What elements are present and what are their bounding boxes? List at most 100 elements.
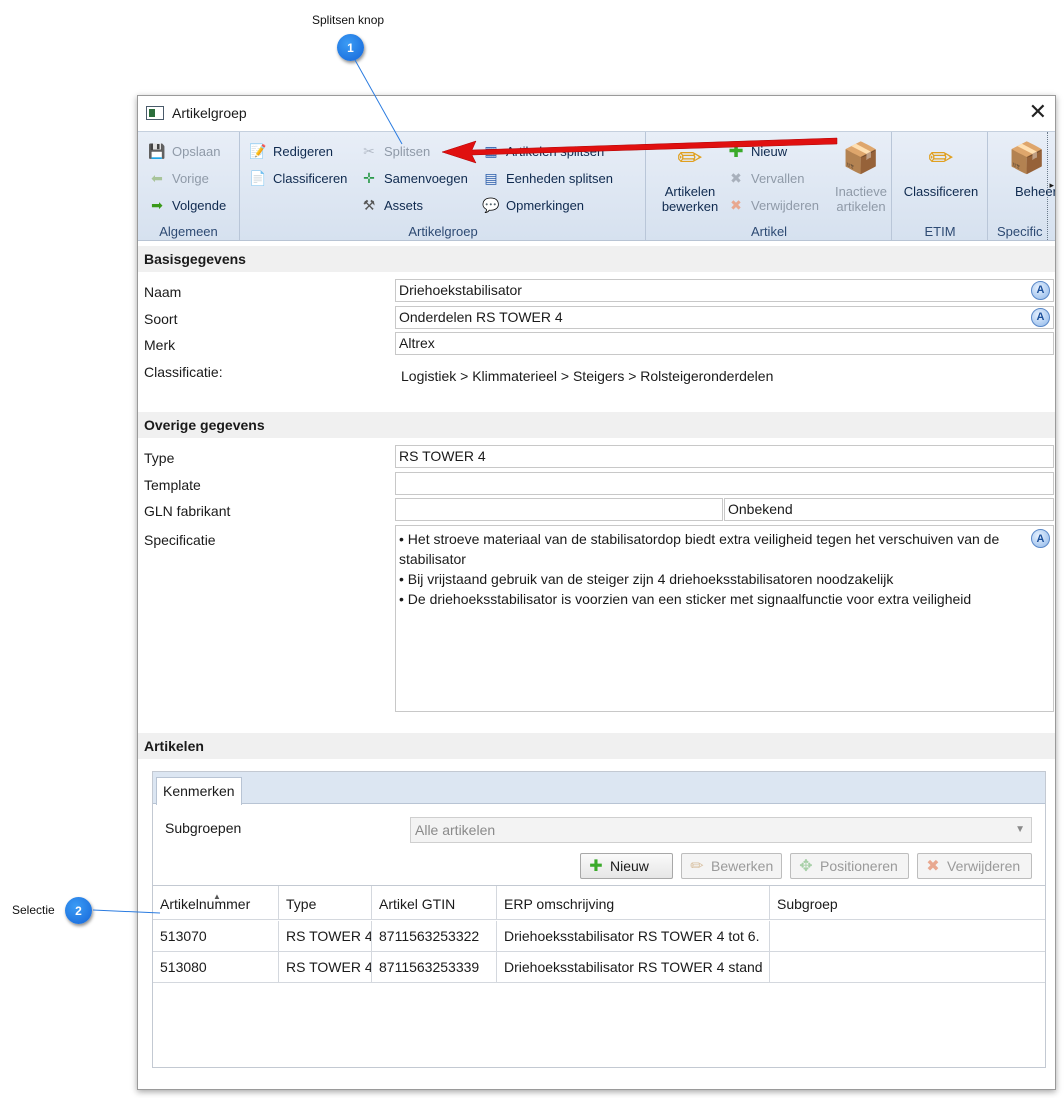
verwijderen-artikel-button[interactable]: ✖ Verwijderen [727, 194, 819, 216]
etim-classificeren-button[interactable]: ✏ Classificeren [901, 140, 981, 199]
template-field[interactable] [395, 472, 1054, 495]
table-header: ▲ Artikelnummer Type Artikel GTIN ERP om… [153, 886, 1045, 920]
gln-field[interactable] [395, 498, 723, 521]
translate-icon[interactable]: A [1031, 281, 1050, 300]
cell-type: RS TOWER 4 [279, 952, 372, 983]
artikelen-splitsen-button[interactable]: ▦ Artikelen splitsen [482, 140, 604, 162]
ribbon-group-artikel: ✏ Artikelen bewerken ✚ Nieuw ✖ Vervallen… [647, 132, 892, 240]
gln-label: GLN fabrikant [144, 503, 231, 519]
soort-field[interactable]: Onderdelen RS TOWER 4 A [395, 306, 1054, 329]
plus-icon: ✚ [728, 140, 744, 161]
window-icon [146, 106, 164, 120]
subgroepen-select[interactable]: Alle artikelen ▼ [410, 817, 1032, 843]
title-bar: Artikelgroep ✕ [138, 96, 1055, 130]
split-articles-icon: ▦ [484, 142, 498, 159]
table-row[interactable]: 513070 RS TOWER 4 8711563253322 Driehoek… [153, 921, 1045, 952]
artikelen-bewerken-label-2: bewerken [661, 199, 719, 214]
soort-value: Onderdelen RS TOWER 4 [399, 309, 563, 325]
edit-icon: 📝 [249, 142, 267, 159]
merk-field[interactable]: Altrex [395, 332, 1054, 355]
samenvoegen-label: Samenvoegen [384, 170, 468, 186]
type-field[interactable]: RS TOWER 4 [395, 445, 1054, 468]
inactieve-label-2: artikelen [836, 199, 886, 214]
naam-label: Naam [144, 284, 182, 300]
assets-label: Assets [384, 197, 424, 213]
column-header-subgroep[interactable]: Subgroep [770, 886, 1045, 920]
ribbon-group-specific: 📦 Beheer Specific ▸ [989, 132, 1055, 240]
cell-type: RS TOWER 4 [279, 921, 372, 952]
inactieve-artikelen-button[interactable]: 📦 Inactieve artikelen [832, 140, 890, 214]
bewerken-label: Bewerken [711, 858, 774, 874]
nieuw-artikel-button[interactable]: ✚ Nieuw [727, 140, 787, 162]
assets-button[interactable]: ⚒ Assets [360, 194, 423, 216]
naam-field[interactable]: Driehoekstabilisator A [395, 279, 1054, 302]
column-header-artikelnummer[interactable]: ▲ Artikelnummer [153, 886, 279, 920]
cell-artikelnummer: 513070 [153, 921, 279, 952]
sort-ascending-icon: ▲ [213, 892, 221, 901]
cell-gtin: 8711563253339 [372, 952, 497, 983]
vorige-button[interactable]: ⬅ Vorige [148, 167, 209, 189]
column-header-gtin[interactable]: Artikel GTIN [372, 886, 497, 920]
specificatie-label: Specificatie [144, 532, 216, 548]
merge-icon: ✛ [363, 169, 375, 186]
classificeren-button[interactable]: 📄 Classificeren [249, 167, 347, 189]
verwijderen-button[interactable]: ✖ Verwijderen [917, 853, 1032, 879]
volgende-button[interactable]: ➡ Volgende [148, 194, 226, 216]
comment-icon: 💬 [482, 196, 500, 213]
vervallen-button[interactable]: ✖ Vervallen [727, 167, 804, 189]
volgende-label: Volgende [172, 197, 227, 213]
opslaan-button[interactable]: 💾 Opslaan [148, 140, 220, 162]
artikelgroep-window: Artikelgroep ✕ 💾 Opslaan ⬅ Vorige ➡ Volg… [137, 95, 1056, 1090]
naam-value: Driehoekstabilisator [399, 282, 522, 298]
section-overige-gegevens: Overige gegevens [138, 412, 1055, 438]
positioneren-button[interactable]: ✥ Positioneren [790, 853, 909, 879]
cell-subgroep [770, 952, 1045, 983]
opmerkingen-label: Opmerkingen [506, 197, 585, 213]
splitsen-label: Splitsen [384, 143, 431, 159]
callout-badge-1: 1 [337, 34, 364, 61]
delete-icon: ✖ [730, 196, 742, 213]
spec-line: • Het stroeve materiaal van de stabilisa… [399, 531, 1000, 567]
table-row[interactable]: 513080 RS TOWER 4 8711563253339 Driehoek… [153, 952, 1045, 983]
group-label-etim: ETIM [924, 224, 956, 239]
translate-icon[interactable]: A [1031, 529, 1050, 548]
translate-icon[interactable]: A [1031, 308, 1050, 327]
tools-icon: ⚒ [362, 196, 376, 213]
type-value: RS TOWER 4 [399, 448, 486, 464]
spec-line: • De driehoeksstabilisator is voorzien v… [399, 591, 972, 607]
eenheden-splitsen-label: Eenheden splitsen [506, 170, 613, 186]
specificatie-textarea[interactable]: • Het stroeve materiaal van de stabilisa… [395, 525, 1054, 712]
type-label: Type [144, 450, 175, 466]
nieuw-button[interactable]: ✚ Nieuw [580, 853, 673, 879]
split-units-icon: ▤ [484, 169, 498, 186]
samenvoegen-button[interactable]: ✛ Samenvoegen [360, 167, 468, 189]
beheer-button[interactable]: 📦 Beheer [995, 140, 1055, 199]
column-header-label: Artikelnummer [160, 896, 251, 912]
artikelen-bewerken-button[interactable]: ✏ Artikelen bewerken [655, 140, 725, 214]
pencil-icon: ✏ [928, 141, 954, 175]
redigeren-button[interactable]: 📝 Redigeren [249, 140, 333, 162]
eenheden-splitsen-button[interactable]: ▤ Eenheden splitsen [482, 167, 613, 189]
nieuw-artikel-label: Nieuw [751, 143, 788, 159]
classificatie-label: Classificatie: [144, 364, 223, 380]
box-restore-icon: 📦 [842, 141, 880, 175]
column-header-type[interactable]: Type [279, 886, 372, 920]
group-label-algemeen: Algemeen [159, 224, 218, 239]
pencil-icon: ✏ [690, 858, 704, 875]
merk-value: Altrex [399, 335, 435, 351]
opslaan-label: Opslaan [172, 143, 221, 159]
delete-icon: ✖ [926, 858, 940, 875]
classificeren-label: Classificeren [273, 170, 348, 186]
close-icon[interactable]: ✕ [1029, 100, 1047, 124]
column-header-erp[interactable]: ERP omschrijving [497, 886, 770, 920]
expire-icon: ✖ [730, 169, 742, 186]
soort-label: Soort [144, 311, 178, 327]
bewerken-button[interactable]: ✏ Bewerken [681, 853, 782, 879]
ribbon-group-algemeen: 💾 Opslaan ⬅ Vorige ➡ Volgende Algemeen [138, 132, 240, 240]
splitsen-button[interactable]: ✂ Splitsen [360, 140, 430, 162]
opmerkingen-button[interactable]: 💬 Opmerkingen [482, 194, 584, 216]
positioneren-label: Positioneren [820, 858, 898, 874]
tab-kenmerken[interactable]: Kenmerken [156, 777, 242, 805]
gln-status-field: Onbekend [724, 498, 1054, 521]
chevron-right-icon[interactable]: ▸ [1049, 180, 1054, 191]
